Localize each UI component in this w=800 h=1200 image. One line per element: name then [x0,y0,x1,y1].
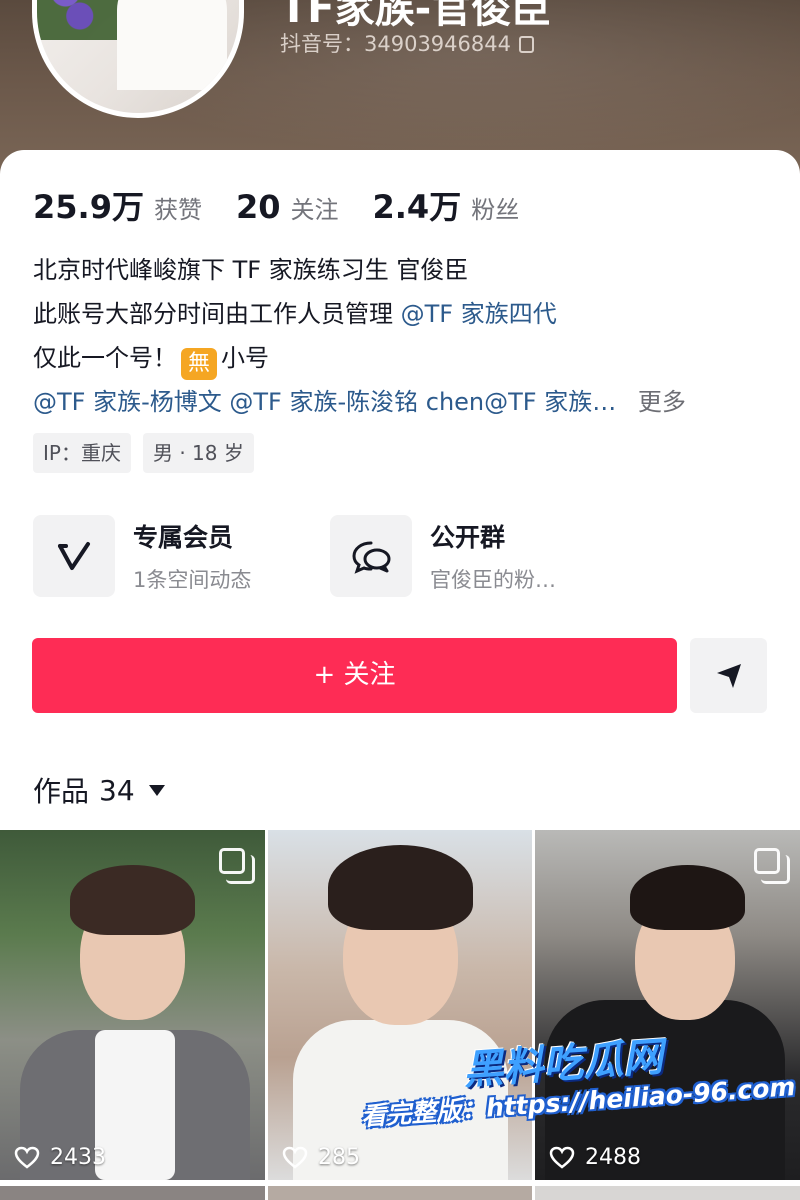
bio-line-4: @TF 家族-杨博文 @TF 家族-陈浚铭 chen@TF 家族… 更多 [33,380,773,424]
followers-count[interactable]: 2.4万 [373,182,462,228]
likes-label: 获赞 [153,196,202,224]
caret-down-icon [148,784,165,796]
thumbnail-hair [630,865,745,930]
thumbnail-hair [70,865,195,935]
video-likes-count: 2433 [50,1145,106,1170]
video-likes-count: 285 [318,1145,360,1170]
douyin-id[interactable]: 抖音号：34903946844 [280,28,534,58]
thumbnail-hair [328,845,473,930]
heart-icon [14,1146,40,1169]
multi-image-icon [219,848,255,884]
works-count: 34 [99,773,135,807]
heart-icon [549,1146,575,1169]
avatar-photo [37,0,239,113]
video-tile[interactable]: 2433 [0,830,265,1180]
member-entry[interactable]: 专属会员 1条空间动态 [33,515,251,597]
video-tile-next-row[interactable] [268,1186,532,1200]
bio-line-3: 仅此一个号！無小号 [33,336,773,380]
video-likes: 2433 [14,1145,106,1170]
video-tile[interactable]: 2488 [535,830,800,1180]
share-button[interactable] [690,638,767,713]
likes-count: 25.9万 [33,188,144,226]
bio-line-1: 北京时代峰峻旗下 TF 家族练习生 官俊臣 [33,256,469,284]
wu-emoji-icon: 無 [181,348,217,380]
thumbnail-shirt [95,1030,175,1180]
douyin-id-text: 抖音号：34903946844 [280,32,511,56]
bio: 北京时代峰峻旗下 TF 家族练习生 官俊臣 此账号大部分时间由工作人员管理 @T… [33,248,773,424]
works-tab[interactable]: 作品 34 [33,770,165,810]
video-tile-next-row[interactable] [0,1186,265,1200]
followers-label[interactable]: 粉丝 [471,190,519,225]
send-icon [716,663,741,688]
works-label: 作品 [33,775,90,808]
vip-v-icon [58,542,90,570]
follow-button[interactable]: + 关注 [32,638,677,713]
member-subtitle: 1条空间动态 [133,568,252,592]
profile-banner: TF家族-官俊臣 抖音号：34903946844 [0,0,800,175]
stats-row: 25.9万 获赞 20 关注 2.4万 粉丝 [33,182,553,228]
video-likes: 2488 [549,1145,641,1170]
member-title: 专属会员 [133,523,234,552]
profile-name: TF家族-官俊臣 [280,0,552,32]
video-tile-next-row[interactable] [535,1186,800,1200]
bio-more-button[interactable]: 更多 [638,388,686,416]
bio-line-3-after: 小号 [221,344,269,372]
avatar-flowers [37,0,132,40]
group-title: 公开群 [430,523,506,552]
bio-mention-link[interactable]: @TF 家族四代 [401,300,557,328]
ip-tag: IP：重庆 [33,433,131,473]
copy-icon[interactable] [518,36,534,53]
member-icon-box [33,515,115,597]
video-grid: 2433 285 2488 [0,830,800,1200]
bio-line-3-text: 仅此一个号！ [33,344,177,372]
video-tile[interactable]: 285 [268,830,532,1180]
bio-mentions-link[interactable]: @TF 家族-杨博文 @TF 家族-陈浚铭 chen@TF 家族… [33,388,616,416]
profile-tags: IP：重庆 男 · 18 岁 [33,433,254,473]
group-entry[interactable]: 公开群 官俊臣的粉… [330,515,556,597]
video-likes-count: 2488 [585,1145,641,1170]
avatar[interactable] [32,0,244,118]
heart-icon [282,1146,308,1169]
bio-line-2-text: 此账号大部分时间由工作人员管理 [33,300,401,328]
following-label[interactable]: 关注 [291,190,339,225]
gender-age-tag: 男 · 18 岁 [142,433,254,473]
profile-card: 25.9万 获赞 20 关注 2.4万 粉丝 北京时代峰峻旗下 TF 家族练习生… [0,150,800,1200]
multi-image-icon [754,848,790,884]
bio-line-2: 此账号大部分时间由工作人员管理 @TF 家族四代 [33,292,773,336]
group-subtitle: 官俊臣的粉… [430,568,556,592]
avatar-shirt [117,0,227,90]
chat-bubbles-icon [352,541,391,574]
group-icon-box [330,515,412,597]
video-likes: 285 [282,1145,360,1170]
following-count[interactable]: 20 [236,188,281,226]
